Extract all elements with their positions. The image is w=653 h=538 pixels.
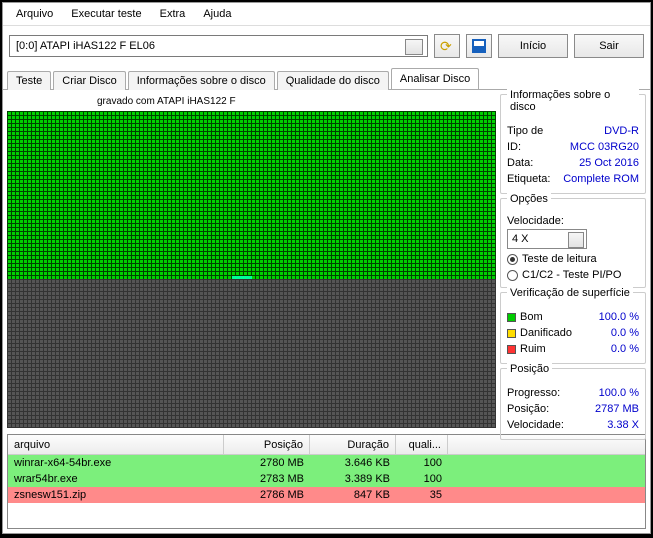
save-button[interactable]	[466, 34, 492, 58]
velocidade-value: 3.38 X	[607, 417, 639, 433]
swatch-damaged-icon	[507, 329, 516, 338]
verificacao-title: Verificação de superfície	[507, 287, 633, 299]
progresso-value: 100.0 %	[599, 385, 639, 401]
posicao-value: 2787 MB	[595, 401, 639, 417]
table-row[interactable]: zsnesw151.zip2786 MB847 KB35	[8, 487, 645, 503]
file-dur: 3.389 KB	[310, 473, 396, 485]
refresh-icon	[440, 39, 454, 53]
inicio-button[interactable]: Início	[498, 34, 568, 58]
opcoes-group: Opções Velocidade: 4 X Teste de leitura …	[500, 198, 646, 288]
col-qualidade[interactable]: quali...	[396, 435, 448, 454]
radio-label: C1/C2 - Teste PI/PO	[522, 269, 621, 281]
file-name: winrar-x64-54br.exe	[8, 457, 224, 469]
chevron-down-icon	[410, 44, 418, 49]
surface-scan-graph	[7, 111, 496, 428]
data-value: 25 Oct 2016	[579, 155, 639, 171]
toolbar: [0:0] ATAPI iHAS122 F EL06 Início Sair	[3, 26, 650, 66]
posicao-title: Posição	[507, 363, 552, 375]
file-quality: 100	[396, 457, 448, 469]
id-label: ID:	[507, 139, 521, 155]
file-pos: 2786 MB	[224, 489, 310, 501]
tab-criar-disco[interactable]: Criar Disco	[53, 71, 125, 90]
file-dur: 3.646 KB	[310, 457, 396, 469]
bom-value: 100.0 %	[599, 309, 639, 325]
save-icon	[472, 39, 486, 53]
tab-analisar-disco[interactable]: Analisar Disco	[391, 68, 479, 89]
data-label: Data:	[507, 155, 533, 171]
opcoes-title: Opções	[507, 193, 551, 205]
tab-bar: Teste Criar Disco Informações sobre o di…	[3, 68, 650, 90]
disc-info-title: Informações sobre o disco	[507, 89, 639, 113]
tipo-value: DVD-R	[604, 123, 639, 139]
etiqueta-label: Etiqueta:	[507, 171, 550, 187]
menu-arquivo[interactable]: Arquivo	[7, 5, 62, 23]
ruim-value: 0.0 %	[611, 341, 639, 357]
swatch-good-icon	[507, 313, 516, 322]
etiqueta-value: Complete ROM	[563, 171, 639, 187]
menubar: Arquivo Executar teste Extra Ajuda	[3, 3, 650, 26]
radio-label: Teste de leitura	[522, 253, 597, 265]
file-pos: 2783 MB	[224, 473, 310, 485]
file-name: wrar54br.exe	[8, 473, 224, 485]
col-arquivo[interactable]: arquivo	[8, 435, 224, 454]
col-duracao[interactable]: Duração	[310, 435, 396, 454]
tab-teste[interactable]: Teste	[7, 71, 51, 90]
velocidade-label: Velocidade:	[507, 215, 639, 227]
chevron-down-icon	[574, 237, 580, 241]
danificado-label: Danificado	[520, 327, 572, 339]
device-dropdown[interactable]: [0:0] ATAPI iHAS122 F EL06	[9, 35, 428, 57]
menu-ajuda[interactable]: Ajuda	[194, 5, 240, 23]
posicao-group: Posição Progresso:100.0 % Posição:2787 M…	[500, 368, 646, 440]
table-row[interactable]: wrar54br.exe2783 MB3.389 KB100	[8, 471, 645, 487]
file-quality: 100	[396, 473, 448, 485]
file-dur: 847 KB	[310, 489, 396, 501]
file-list: arquivo Posição Duração quali... winrar-…	[7, 434, 646, 529]
id-value: MCC 03RG20	[570, 139, 639, 155]
col-posicao[interactable]: Posição	[224, 435, 310, 454]
speed-dropdown[interactable]: 4 X	[507, 229, 587, 249]
velocidade-label: Velocidade:	[507, 417, 564, 433]
speed-value: 4 X	[512, 233, 529, 245]
tab-informacoes[interactable]: Informações sobre o disco	[128, 71, 275, 90]
graph-unscanned-region	[7, 279, 496, 428]
radio-c1c2[interactable]: C1/C2 - Teste PI/PO	[507, 269, 639, 281]
graph-cursor	[232, 276, 252, 279]
graph-title: gravado com ATAPI iHAS122 F	[7, 94, 496, 111]
progresso-label: Progresso:	[507, 385, 560, 401]
file-quality: 35	[396, 489, 448, 501]
ruim-label: Ruim	[520, 343, 546, 355]
file-name: zsnesw151.zip	[8, 489, 224, 501]
radio-teste-leitura[interactable]: Teste de leitura	[507, 253, 639, 265]
verificacao-group: Verificação de superfície Bom100.0 % Dan…	[500, 292, 646, 364]
posicao-label: Posição:	[507, 401, 549, 417]
file-pos: 2780 MB	[224, 457, 310, 469]
menu-extra[interactable]: Extra	[151, 5, 195, 23]
sair-button[interactable]: Sair	[574, 34, 644, 58]
table-row[interactable]: winrar-x64-54br.exe2780 MB3.646 KB100	[8, 455, 645, 471]
file-list-body: winrar-x64-54br.exe2780 MB3.646 KB100wra…	[8, 455, 645, 528]
danificado-value: 0.0 %	[611, 325, 639, 341]
bom-label: Bom	[520, 311, 543, 323]
radio-icon	[507, 254, 518, 265]
graph-good-region	[7, 111, 496, 279]
refresh-button[interactable]	[434, 34, 460, 58]
tipo-label: Tipo de	[507, 123, 543, 139]
disc-info-group: Informações sobre o disco Tipo deDVD-R I…	[500, 94, 646, 194]
tab-qualidade[interactable]: Qualidade do disco	[277, 71, 389, 90]
menu-executar-teste[interactable]: Executar teste	[62, 5, 150, 23]
swatch-bad-icon	[507, 345, 516, 354]
radio-icon	[507, 270, 518, 281]
device-dropdown-value: [0:0] ATAPI iHAS122 F EL06	[16, 40, 155, 52]
